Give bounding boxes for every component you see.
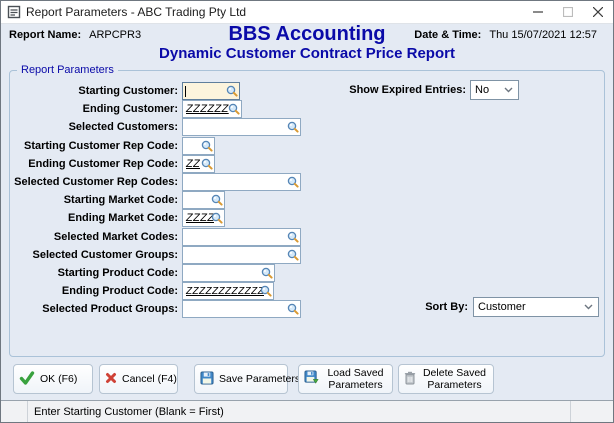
status-message: Enter Starting Customer (Blank = First)	[28, 406, 224, 418]
show-expired-entries-label: Show Expired Entries:	[301, 80, 466, 100]
date-time-value: Thu 15/07/2021 12:57	[489, 29, 597, 41]
starting-market-code-input[interactable]	[182, 191, 225, 209]
ending-customer-input[interactable]: ZZZZZZ	[182, 100, 242, 118]
page-title: Dynamic Customer Contract Price Report	[1, 45, 613, 62]
selected-customers-label: Selected Customers:	[1, 118, 178, 136]
selected-market-codes-input[interactable]	[182, 228, 301, 246]
text-caret	[185, 86, 186, 97]
ending-customer-rep-code-input[interactable]: ZZ	[182, 155, 215, 173]
selected-customer-rep-codes-input[interactable]	[182, 173, 301, 191]
starting-customer-rep-code-input[interactable]	[182, 137, 215, 155]
selected-customer-groups-label: Selected Customer Groups:	[1, 246, 178, 264]
save-parameters-button[interactable]: Save Parameters	[194, 364, 288, 394]
status-panel	[1, 401, 28, 422]
starting-customer-input[interactable]	[182, 82, 240, 100]
magnifier-lookup-icon[interactable]	[287, 249, 299, 261]
starting-market-code-label: Starting Market Code:	[1, 191, 178, 209]
magnifier-lookup-icon[interactable]	[226, 85, 238, 97]
close-icon[interactable]	[583, 1, 613, 23]
magnifier-lookup-icon[interactable]	[201, 158, 213, 170]
magnifier-lookup-icon[interactable]	[287, 303, 299, 315]
selected-market-codes-label: Selected Market Codes:	[1, 228, 178, 246]
cancel-button[interactable]: Cancel (F4)	[99, 364, 178, 394]
status-panel	[570, 401, 613, 422]
selected-customer-rep-codes-label: Selected Customer Rep Codes:	[1, 173, 178, 191]
date-time: Date & Time: Thu 15/07/2021 12:57	[414, 29, 597, 41]
ending-customer-rep-code-label: Ending Customer Rep Code:	[1, 155, 178, 173]
starting-customer-label: Starting Customer:	[1, 82, 178, 100]
magnifier-lookup-icon[interactable]	[260, 285, 272, 297]
date-time-label: Date & Time:	[414, 29, 481, 41]
magnifier-lookup-icon[interactable]	[201, 140, 213, 152]
ending-market-code-input[interactable]: ZZZZ	[182, 209, 225, 227]
title-bar: Report Parameters - ABC Trading Pty Ltd	[1, 1, 613, 24]
ending-product-code-input[interactable]: ZZZZZZZZZZZZ	[182, 282, 274, 300]
ok-button[interactable]: OK (F6)	[13, 364, 93, 394]
magnifier-lookup-icon[interactable]	[287, 176, 299, 188]
show-expired-entries-select[interactable]: No	[470, 80, 519, 100]
sort-by-label: Sort By:	[301, 297, 468, 317]
magnifier-lookup-icon[interactable]	[211, 194, 223, 206]
chevron-down-icon	[504, 87, 513, 93]
ending-market-code-label: Ending Market Code:	[1, 209, 178, 227]
starting-product-code-label: Starting Product Code:	[1, 264, 178, 282]
report-parameters-window: Report Parameters - ABC Trading Pty Ltd …	[0, 0, 614, 423]
starting-customer-rep-code-label: Starting Customer Rep Code:	[1, 137, 178, 155]
selected-product-groups-input[interactable]	[182, 300, 301, 318]
starting-product-code-input[interactable]	[182, 264, 275, 282]
check-icon	[19, 371, 35, 388]
sort-by-select[interactable]: Customer	[473, 297, 599, 317]
selected-product-groups-label: Selected Product Groups:	[1, 300, 178, 318]
magnifier-lookup-icon[interactable]	[228, 103, 240, 115]
groupbox-label: Report Parameters	[17, 64, 118, 76]
magnifier-lookup-icon[interactable]	[287, 231, 299, 243]
magnifier-lookup-icon[interactable]	[287, 121, 299, 133]
status-bar: Enter Starting Customer (Blank = First)	[1, 400, 613, 422]
selected-customer-groups-input[interactable]	[182, 246, 301, 264]
load-saved-parameters-button[interactable]: Load Saved Parameters	[298, 364, 393, 394]
ending-customer-label: Ending Customer:	[1, 100, 178, 118]
ending-product-code-label: Ending Product Code:	[1, 282, 178, 300]
magnifier-lookup-icon[interactable]	[261, 267, 273, 279]
selected-customers-input[interactable]	[182, 118, 301, 136]
minimize-icon[interactable]	[523, 1, 553, 23]
delete-saved-parameters-button[interactable]: Delete Saved Parameters	[398, 364, 494, 394]
x-icon	[105, 372, 117, 387]
magnifier-lookup-icon[interactable]	[211, 212, 223, 224]
trash-icon	[404, 371, 416, 388]
load-disk-icon	[304, 370, 319, 388]
window-title: Report Parameters - ABC Trading Pty Ltd	[26, 5, 246, 19]
maximize-icon[interactable]	[553, 1, 583, 23]
save-disk-icon	[200, 371, 214, 388]
app-icon	[7, 5, 21, 19]
chevron-down-icon	[584, 304, 593, 310]
